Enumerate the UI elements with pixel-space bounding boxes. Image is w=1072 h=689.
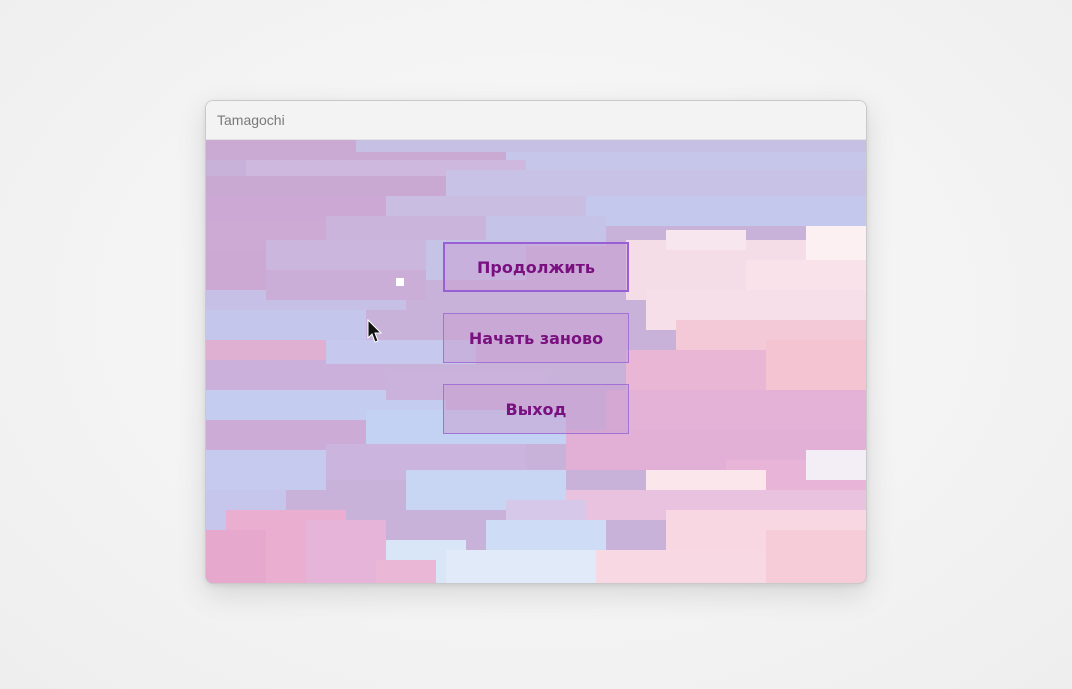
title-bar[interactable]: Tamagochi xyxy=(206,101,866,140)
app-window: Tamagochi Продолжить Начать заново Выход xyxy=(205,100,867,584)
exit-button[interactable]: Выход xyxy=(443,384,629,434)
continue-button[interactable]: Продолжить xyxy=(443,242,629,292)
game-canvas: Продолжить Начать заново Выход xyxy=(206,140,866,583)
star-pixel-icon xyxy=(396,278,404,286)
mouse-pointer-icon xyxy=(367,319,383,343)
desktop-background: Tamagochi Продолжить Начать заново Выход xyxy=(0,0,1072,689)
window-title: Tamagochi xyxy=(217,112,285,128)
restart-button[interactable]: Начать заново xyxy=(443,313,629,363)
